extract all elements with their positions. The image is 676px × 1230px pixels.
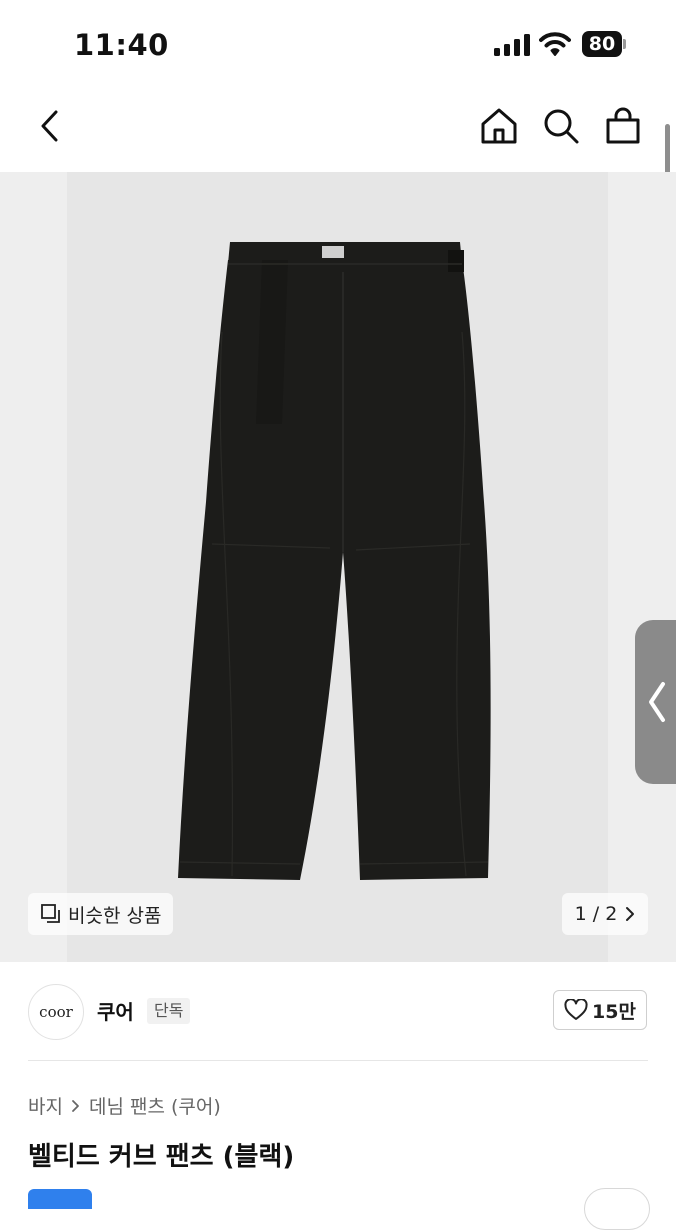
heart-icon	[564, 999, 588, 1021]
divider	[28, 1060, 648, 1061]
chevron-left-icon	[649, 682, 665, 722]
battery-icon: 80	[582, 31, 626, 57]
like-count: 15만	[592, 1000, 636, 1023]
search-icon	[544, 109, 579, 144]
page-indicator: 1 / 2	[574, 903, 618, 925]
shopping-bag-icon	[606, 107, 640, 144]
search-button[interactable]	[539, 104, 583, 148]
image-page-button[interactable]: 1 / 2	[562, 893, 648, 935]
similar-products-label: 비슷한 상품	[68, 904, 162, 927]
product-image-pants	[178, 242, 491, 880]
breadcrumb-category[interactable]: 바지	[28, 1092, 63, 1119]
wifi-icon	[539, 31, 571, 57]
similar-products-button[interactable]: 비슷한 상품	[28, 893, 174, 935]
chevron-left-icon	[41, 110, 58, 142]
product-image-gallery[interactable]	[0, 172, 676, 962]
back-button[interactable]	[28, 104, 72, 148]
exclusive-badge: 단독	[147, 998, 191, 1024]
battery-level: 80	[582, 31, 622, 57]
brand-name[interactable]: 쿠어	[97, 996, 134, 1025]
product-title: 벨티드 커브 팬츠 (블랙)	[28, 1142, 295, 1172]
status-bar: 11:40 80	[0, 0, 676, 90]
home-icon	[481, 108, 517, 144]
copy-icon	[40, 903, 62, 925]
partial-round-button[interactable]	[584, 1188, 650, 1230]
shopping-bag-button[interactable]	[601, 104, 645, 148]
side-panel-tab[interactable]	[635, 620, 676, 784]
brand-logo-text: coor	[39, 1003, 73, 1021]
status-time: 11:40	[74, 28, 169, 62]
breadcrumb: 바지 데님 팬츠 (쿠어)	[28, 1092, 221, 1119]
chevron-right-icon	[625, 906, 635, 922]
breadcrumb-subcategory[interactable]: 데님 팬츠 (쿠어)	[89, 1092, 221, 1119]
partial-badge	[28, 1189, 92, 1209]
like-button[interactable]: 15만	[553, 990, 647, 1030]
home-button[interactable]	[477, 104, 521, 148]
chevron-right-icon	[71, 1099, 81, 1113]
cellular-signal-icon	[494, 34, 530, 56]
brand-logo[interactable]: coor	[28, 984, 84, 1040]
